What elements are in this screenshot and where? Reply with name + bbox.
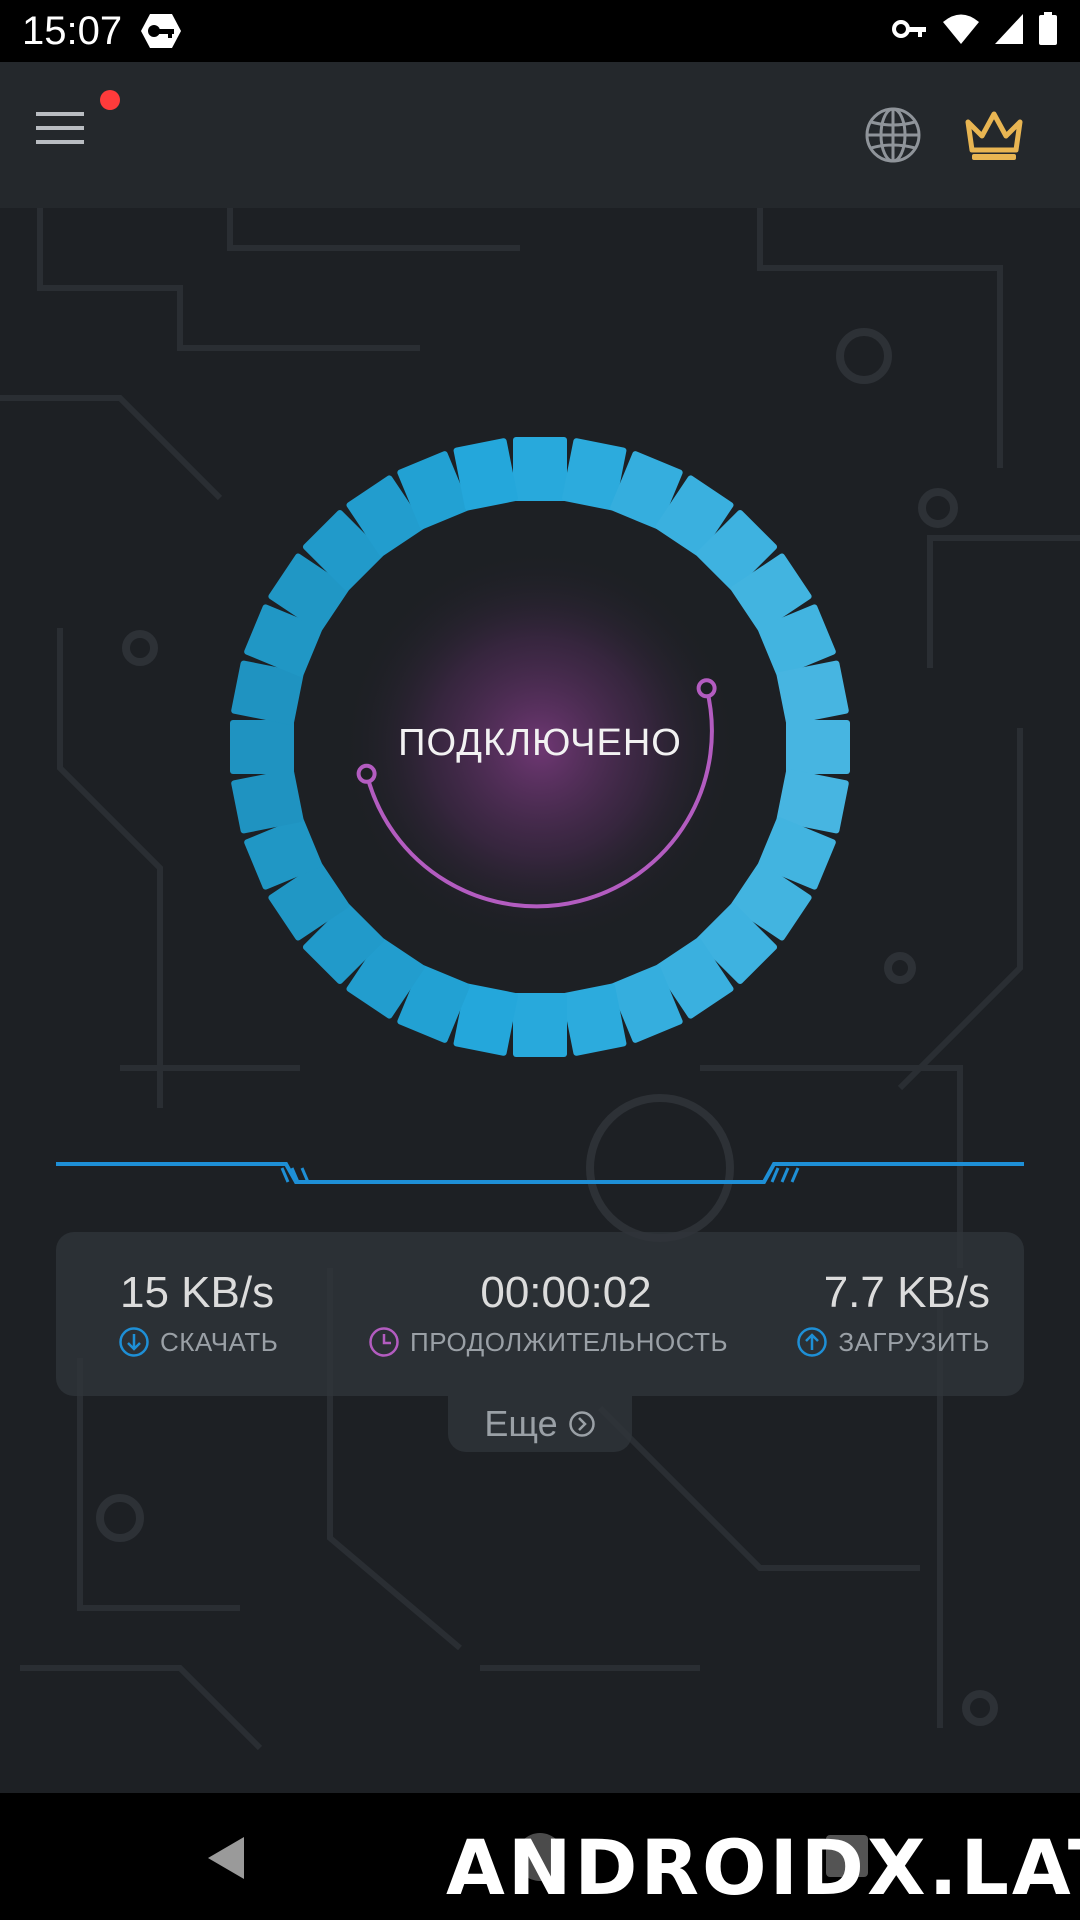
globe-icon <box>865 107 921 163</box>
key-icon <box>892 14 928 49</box>
upload-stat: 7.7 KB/s ЗАГРУЗИТЬ <box>734 1232 994 1396</box>
menu-icon <box>36 112 84 144</box>
upload-speed: 7.7 KB/s <box>823 1268 990 1317</box>
duration-label: ПРОДОЛЖИТЕЛЬНОСТЬ <box>410 1326 729 1357</box>
status-bar: 15:07 <box>0 0 1080 62</box>
upload-label: ЗАГРУЗИТЬ <box>838 1326 990 1357</box>
upload-icon <box>797 1327 828 1357</box>
back-button[interactable] <box>204 1835 248 1886</box>
ring-segment <box>230 720 294 774</box>
signal-icon <box>994 13 1024 50</box>
vpn-app-icon <box>140 12 182 55</box>
wifi-icon <box>942 13 980 50</box>
server-select-button[interactable] <box>864 106 922 164</box>
download-speed: 15 KB/s <box>120 1268 275 1317</box>
more-button[interactable]: Еще <box>448 1396 632 1452</box>
inner-arc-start <box>356 763 377 784</box>
crown-icon <box>965 111 1023 160</box>
more-label: Еще <box>484 1403 558 1444</box>
stats-panel: 15 KB/s СКАЧАТЬ 00:00:02 ПРОДОЛЖИТЕЛЬНОС… <box>56 1232 1024 1396</box>
download-label: СКАЧАТЬ <box>160 1326 279 1357</box>
ring-segment <box>513 437 567 501</box>
ring-segment <box>513 993 567 1057</box>
download-stat: 15 KB/s СКАЧАТЬ <box>86 1232 346 1396</box>
watermark: ANDROIDX.LAT <box>446 1823 1080 1912</box>
chevron-right-circle-icon <box>568 1411 595 1437</box>
status-right-icons <box>892 12 1058 51</box>
download-icon <box>119 1327 149 1357</box>
menu-button[interactable] <box>36 110 100 160</box>
connection-status-label: ПОДКЛЮЧЕНО <box>398 722 682 764</box>
notification-dot <box>100 90 120 110</box>
duration-stat: 00:00:02 ПРОДОЛЖИТЕЛЬНОСТЬ <box>356 1232 776 1396</box>
status-time: 15:07 <box>22 9 123 53</box>
inner-arc-end <box>696 678 717 699</box>
back-icon <box>208 1837 244 1879</box>
ring-segment <box>786 720 850 774</box>
divider-line <box>56 1162 1024 1184</box>
app-bar <box>0 62 1080 208</box>
premium-button[interactable] <box>962 108 1026 164</box>
clock-icon <box>369 1327 399 1357</box>
battery-icon <box>1038 12 1058 51</box>
